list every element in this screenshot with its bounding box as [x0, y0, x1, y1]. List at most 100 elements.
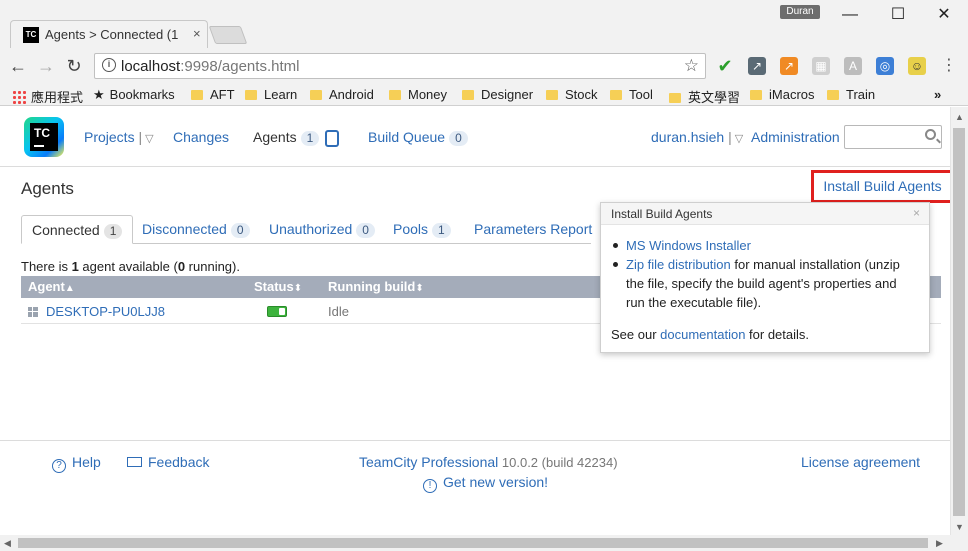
close-window-icon[interactable]: ✕	[924, 4, 964, 26]
bookmarks-overflow-icon[interactable]: »	[934, 87, 941, 102]
documentation-link[interactable]: documentation	[660, 327, 745, 342]
back-icon[interactable]: ←	[8, 56, 28, 76]
teamcity-link[interactable]: TeamCity Professional	[359, 454, 498, 470]
vertical-scroll-thumb[interactable]	[953, 128, 965, 516]
bookmark-learn[interactable]: Learn	[245, 87, 297, 102]
bookmark-tool[interactable]: Tool	[610, 87, 653, 102]
maximize-icon[interactable]: ☐	[878, 4, 918, 26]
nav-changes[interactable]: Changes	[173, 129, 229, 145]
bookmark-imacros[interactable]: iMacros	[750, 87, 815, 102]
col-running-build[interactable]: Running build⬍	[328, 279, 424, 294]
nav-user[interactable]: duran.hsieh | ▽	[651, 129, 743, 145]
grid-extension-icon[interactable]: ▦	[812, 57, 830, 75]
col-agent[interactable]: Agent▲	[28, 279, 75, 294]
tab-connected[interactable]: Connected 1	[21, 215, 134, 244]
zip-distribution-link[interactable]: Zip file distribution	[626, 257, 731, 272]
angular-extension-icon[interactable]: A	[844, 57, 862, 75]
folder-icon	[462, 90, 474, 100]
bookmark-aft[interactable]: AFT	[191, 87, 235, 102]
feedback-icon	[127, 457, 142, 467]
agent-link[interactable]: DESKTOP-PU0LJJ8	[46, 304, 165, 319]
install-build-agents-button[interactable]: Install Build Agents	[811, 170, 954, 203]
bookmark-apps[interactable]: 應用程式	[12, 87, 83, 106]
scroll-left-icon[interactable]: ◀	[4, 538, 11, 549]
folder-icon	[546, 90, 558, 100]
tab-pools[interactable]: Pools 1	[383, 215, 461, 244]
feedback-link[interactable]: Feedback	[127, 454, 209, 470]
menu-icon[interactable]: ⋮	[940, 57, 958, 75]
bookmark-designer[interactable]: Designer	[462, 87, 533, 102]
url-host: localhost	[121, 58, 181, 75]
profile-badge[interactable]: Duran	[780, 5, 820, 19]
horizontal-scroll-thumb[interactable]	[18, 538, 928, 548]
tab-unauthorized[interactable]: Unauthorized 0	[259, 215, 385, 244]
reload-icon[interactable]: ↻	[64, 56, 84, 76]
tc-header: TC Projects | ▽ Changes Agents 1 Build Qu…	[0, 107, 950, 167]
col-status[interactable]: Status⬍	[254, 279, 302, 294]
tab-title: Agents > Connected (1	[45, 27, 179, 42]
bookmark-star-icon[interactable]: ☆	[684, 56, 699, 76]
chevron-down-icon[interactable]: ▽	[732, 133, 743, 145]
tab-disconnected[interactable]: Disconnected 0	[132, 215, 260, 244]
scroll-right-icon[interactable]: ▶	[936, 538, 943, 549]
face-extension-icon[interactable]: ☺	[908, 57, 926, 75]
minimize-icon[interactable]: —	[830, 4, 870, 26]
globe-extension-icon[interactable]: ◎	[876, 57, 894, 75]
bookmark-money[interactable]: Money	[389, 87, 447, 102]
license-link[interactable]: License agreement	[801, 454, 920, 470]
ms-windows-installer-link[interactable]: MS Windows Installer	[626, 238, 751, 253]
chart-extension-icon[interactable]: ↗	[748, 57, 766, 75]
info-icon[interactable]: i	[102, 58, 116, 72]
page-title: Agents	[21, 179, 74, 198]
agents-count: 1	[300, 131, 320, 146]
build-queue-count: 0	[449, 131, 468, 146]
bookmark-android[interactable]: Android	[310, 87, 374, 102]
bookmark-train[interactable]: Train	[827, 87, 875, 102]
nav-administration[interactable]: Administration	[751, 129, 840, 145]
install-agents-popup: Install Build Agents × MS Windows Instal…	[600, 202, 930, 353]
folder-icon	[389, 90, 401, 100]
chevron-down-icon[interactable]: ▽	[142, 133, 153, 145]
trend-extension-icon[interactable]: ↗	[780, 57, 798, 75]
star-icon: ★	[93, 87, 105, 102]
help-link[interactable]: ? Help	[52, 454, 101, 473]
new-tab-button[interactable]	[208, 26, 248, 44]
search-input[interactable]	[844, 125, 942, 149]
check-extension-icon[interactable]: ✔	[716, 57, 734, 75]
info-circle-icon: !	[423, 479, 437, 493]
nav-agents[interactable]: Agents 1	[253, 129, 320, 146]
list-item: Zip file distribution for manual install…	[611, 255, 911, 312]
nav-build-queue[interactable]: Build Queue 0	[368, 129, 468, 146]
popup-title: Install Build Agents	[611, 207, 713, 221]
agent-monitor-icon[interactable]	[325, 130, 339, 147]
folder-icon	[191, 90, 203, 100]
address-bar[interactable]: i localhost:9998/agents.html ☆	[94, 53, 706, 79]
list-item: MS Windows Installer	[611, 236, 911, 255]
folder-icon	[610, 90, 622, 100]
apps-icon	[12, 90, 26, 104]
scroll-up-icon[interactable]: ▲	[955, 112, 964, 122]
windows-icon	[28, 307, 38, 317]
forward-icon[interactable]: →	[36, 56, 56, 76]
bookmark-stock[interactable]: Stock	[546, 87, 598, 102]
nav-projects[interactable]: Projects | ▽	[84, 129, 154, 145]
footer-divider	[0, 440, 950, 441]
scroll-down-icon[interactable]: ▼	[955, 522, 964, 532]
teamcity-logo[interactable]: TC	[24, 117, 64, 157]
browser-tab[interactable]: TC Agents > Connected (1 ×	[10, 20, 208, 48]
get-new-version-link[interactable]: ! Get new version!	[423, 474, 548, 493]
bookmark-english[interactable]: 英文學習	[669, 87, 740, 106]
folder-icon	[750, 90, 762, 100]
bookmark-bookmarks[interactable]: ★ Bookmarks	[93, 87, 175, 103]
folder-icon	[245, 90, 257, 100]
tab-close-icon[interactable]: ×	[193, 26, 201, 41]
popup-close-icon[interactable]: ×	[913, 206, 920, 220]
status-enabled-toggle[interactable]	[267, 306, 287, 317]
search-icon[interactable]	[925, 129, 936, 140]
tab-parameters-report[interactable]: Parameters Report	[464, 215, 602, 244]
browser-titlebar: TC Agents > Connected (1 × Duran — ☐ ✕	[0, 0, 968, 48]
running-build-status: Idle	[328, 304, 349, 319]
folder-icon	[310, 90, 322, 100]
url-path: :9998/agents.html	[180, 58, 300, 75]
help-icon: ?	[52, 459, 66, 473]
